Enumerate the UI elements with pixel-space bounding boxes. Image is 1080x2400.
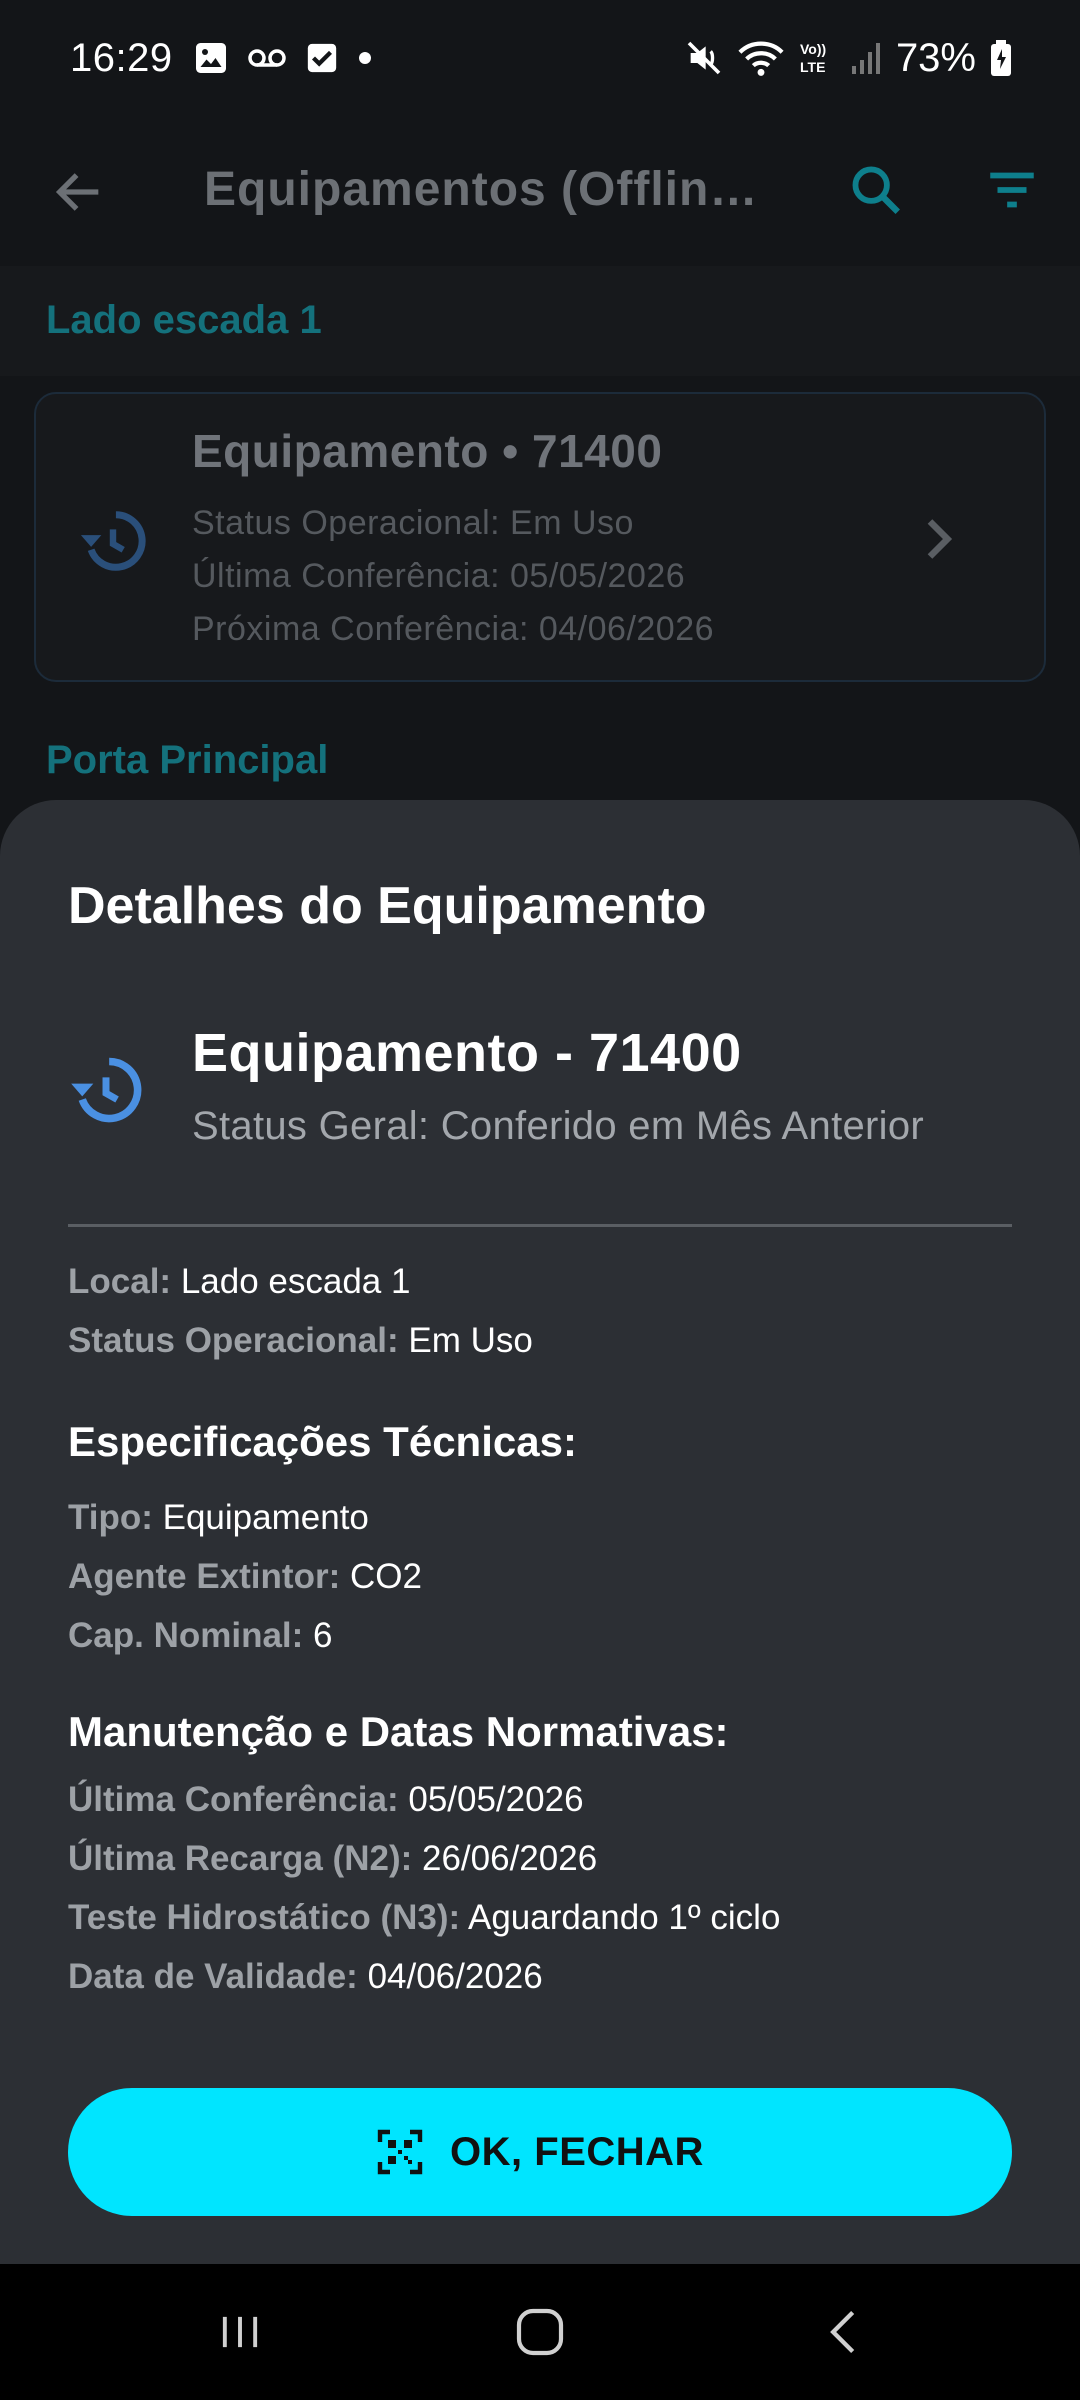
detail-key: Agente Extintor:: [68, 1557, 341, 1596]
detail-hydrostatic-test: Teste Hidrostático (N3): Aguardando 1º c…: [68, 1898, 780, 1938]
wifi-icon: [738, 41, 784, 76]
status-bar: 16:29 Vo)) LTE 73%: [0, 0, 1080, 116]
history-icon: [80, 511, 146, 571]
detail-value: 6: [313, 1616, 333, 1655]
search-icon: [852, 166, 900, 214]
divider: [68, 1224, 1012, 1227]
detail-type: Tipo: Equipamento: [68, 1498, 369, 1538]
detail-operational-status: Status Operacional: Em Uso: [68, 1321, 533, 1361]
detail-last-check: Última Conferência: 05/05/2026: [68, 1780, 584, 1820]
card-next-check: Próxima Conferência: 04/06/2026: [192, 610, 715, 648]
detail-value: 26/06/2026: [422, 1839, 598, 1878]
detail-key: Teste Hidrostático (N3):: [68, 1898, 461, 1937]
detail-key: Status Operacional:: [68, 1321, 399, 1360]
app-bar: Equipamentos (Offlin…: [0, 116, 1080, 266]
card-status: Status Operacional: Em Uso: [192, 504, 634, 542]
detail-expiry-date: Data de Validade: 04/06/2026: [68, 1957, 543, 1997]
detail-key: Local:: [68, 1262, 172, 1301]
back-icon[interactable]: [818, 2304, 870, 2360]
card-title: Equipamento • 71400: [192, 425, 663, 477]
svg-text:Vo)): Vo)): [800, 41, 826, 57]
detail-last-recharge: Última Recarga (N2): 26/06/2026: [68, 1839, 597, 1879]
detail-value: 04/06/2026: [367, 1957, 543, 1996]
detail-key: Última Recarga (N2):: [68, 1839, 413, 1878]
detail-local: Local: Lado escada 1: [68, 1262, 410, 1302]
section-label-porta-principal: Porta Principal: [46, 738, 329, 782]
system-nav-bar: [0, 2264, 1080, 2400]
dot-icon: [358, 52, 371, 64]
maintenance-heading: Manutenção e Datas Normativas:: [68, 1708, 729, 1755]
status-time: 16:29: [70, 35, 173, 80]
detail-value: Lado escada 1: [180, 1262, 411, 1301]
filter-icon: [990, 172, 1034, 208]
recent-apps-icon[interactable]: [214, 2306, 266, 2358]
filter-button[interactable]: [980, 158, 1044, 222]
signal-icon: [851, 43, 880, 74]
equipment-details-sheet: Detalhes do Equipamento Equipamento - 71…: [0, 800, 1080, 2264]
check-box-icon: [307, 43, 336, 73]
equipment-title: Equipamento - 71400: [192, 1023, 742, 1083]
search-button[interactable]: [844, 158, 908, 222]
detail-value: 05/05/2026: [408, 1780, 584, 1819]
detail-key: Cap. Nominal:: [68, 1616, 304, 1655]
section-header: Porta Principal: [0, 716, 1080, 806]
section-label-lado-escada: Lado escada 1: [46, 298, 322, 342]
card-last-check: Última Conferência: 05/05/2026: [192, 557, 686, 595]
qr-code-icon: [377, 2129, 423, 2175]
history-icon: [71, 1057, 142, 1123]
equipment-status: Status Geral: Conferido em Mês Anterior: [192, 1104, 925, 1148]
battery-percentage: 73%: [895, 35, 976, 80]
ok-close-label: OK, FECHAR: [450, 2129, 704, 2174]
sheet-title: Detalhes do Equipamento: [68, 877, 707, 935]
chevron-right-icon: [927, 519, 953, 559]
home-icon[interactable]: [512, 2304, 568, 2360]
svg-text:LTE: LTE: [800, 59, 825, 75]
detail-agent: Agente Extintor: CO2: [68, 1557, 422, 1597]
back-arrow-icon[interactable]: [50, 163, 108, 221]
equipment-card[interactable]: Equipamento • 71400 Status Operacional: …: [34, 392, 1046, 682]
specs-heading: Especificações Técnicas:: [68, 1418, 577, 1465]
detail-capacity: Cap. Nominal: 6: [68, 1616, 333, 1656]
volte-icon: Vo)) LTE: [800, 41, 826, 75]
section-header: Lado escada 1: [0, 266, 1080, 376]
page-title: Equipamentos (Offlin…: [204, 163, 759, 216]
battery-icon: [991, 40, 1011, 76]
detail-value: Equipamento: [162, 1498, 369, 1537]
detail-key: Tipo:: [68, 1498, 153, 1537]
detail-value: Aguardando 1º ciclo: [467, 1898, 781, 1937]
mute-icon: [687, 41, 721, 75]
detail-value: Em Uso: [408, 1321, 533, 1360]
equipment-list: Lado escada 1 Equipamento • 71400 Status…: [0, 266, 1080, 806]
detail-key: Última Conferência:: [68, 1780, 399, 1819]
image-icon: [195, 43, 226, 73]
voicemail-icon: [247, 49, 286, 67]
ok-close-button[interactable]: OK, FECHAR: [68, 2088, 1012, 2216]
detail-key: Data de Validade:: [68, 1957, 358, 1996]
detail-value: CO2: [349, 1557, 422, 1596]
